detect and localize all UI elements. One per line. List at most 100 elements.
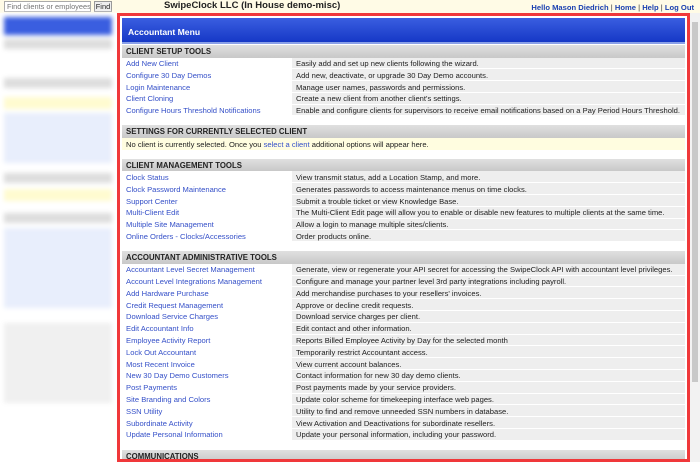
menu-link[interactable]: Configure Hours Threshold Notifications xyxy=(122,104,292,116)
menu-row: Accountant Level Secret Management Genera… xyxy=(122,263,685,276)
help-link[interactable]: Help xyxy=(642,3,658,12)
menu-description: Add merchandise purchases to your resell… xyxy=(292,287,685,299)
hello-user-link[interactable]: Hello Mason Diedrich xyxy=(531,3,608,12)
user-links: Hello Mason Diedrich | Home | Help | Log… xyxy=(531,3,694,12)
menu-link[interactable]: Post Payments xyxy=(122,381,292,393)
menu-row: SSN Utility Utility to find and remove un… xyxy=(122,405,685,418)
accountant-menu-panel: Accountant Menu CLIENT SETUP TOOLS Add Ne… xyxy=(122,18,685,459)
menu-description: View transmit status, add a Location Sta… xyxy=(292,171,685,183)
section-header: CLIENT MANAGEMENT TOOLS xyxy=(122,158,685,172)
menu-row: Add New Client Easily add and set up new … xyxy=(122,57,685,70)
menu-link[interactable]: Most Recent Invoice xyxy=(122,358,292,369)
menu-link[interactable]: Client Cloning xyxy=(122,92,292,104)
home-link[interactable]: Home xyxy=(615,3,636,12)
menu-description: Reports Billed Employee Activity by Day … xyxy=(292,334,685,346)
menu-row: Post Payments Post payments made by your … xyxy=(122,381,685,394)
menu-link[interactable]: Download Service Charges xyxy=(122,310,292,322)
menu-row: Account Level Integrations Management Con… xyxy=(122,275,685,288)
menu-row: Configure 30 Day Demos Add new, deactivat… xyxy=(122,69,685,82)
menu-description: Generate, view or regenerate your API se… xyxy=(292,263,685,275)
menu-link[interactable]: Lock Out Accountant xyxy=(122,346,292,358)
menu-row: Login Maintenance Manage user names, pass… xyxy=(122,81,685,93)
section: CLIENT MANAGEMENT TOOLS Clock Status View … xyxy=(122,150,685,243)
separator: | xyxy=(660,3,663,12)
scrollbar-thumb[interactable] xyxy=(692,22,698,382)
menu-row: Download Service Charges Download service… xyxy=(122,310,685,323)
no-client-note: No client is currently selected. Once yo… xyxy=(122,137,685,150)
menu-row: Support Center Submit a trouble ticket or… xyxy=(122,195,685,207)
separator: | xyxy=(638,3,641,12)
menu-link[interactable]: Support Center xyxy=(122,195,292,206)
menu-description: Configure and manage your partner level … xyxy=(292,275,685,287)
logout-link[interactable]: Log Out xyxy=(665,3,694,12)
menu-link[interactable]: Credit Request Management xyxy=(122,299,292,310)
section: CLIENT SETUP TOOLS Add New Client Easily a… xyxy=(122,45,685,117)
section: SETTINGS FOR CURRENTLY SELECTED CLIENT No… xyxy=(122,116,685,150)
menu-description: View current account balances. xyxy=(292,358,685,369)
menu-link[interactable]: Accountant Level Secret Management xyxy=(122,263,292,275)
menu-row: Configure Hours Threshold Notifications E… xyxy=(122,104,685,117)
menu-link[interactable]: Update Personal Information xyxy=(122,428,292,440)
menu-row: New 30 Day Demo Customers Contact informa… xyxy=(122,369,685,382)
menu-title: Accountant Menu xyxy=(122,18,685,44)
menu-link[interactable]: Configure 30 Day Demos xyxy=(122,69,292,81)
menu-row: Lock Out Accountant Temporarily restrict … xyxy=(122,346,685,359)
menu-row: Edit Accountant Info Edit contact and oth… xyxy=(122,322,685,335)
menu-row: Clock Status View transmit status, add a … xyxy=(122,171,685,184)
menu-link[interactable]: SSN Utility xyxy=(122,405,292,417)
company-title: SwipeClock LLC (In House demo-misc) xyxy=(164,0,341,11)
menu-row: Client Cloning Create a new client from a… xyxy=(122,92,685,105)
menu-description: Temporarily restrict Accountant access. xyxy=(292,346,685,358)
menu-row: Site Branding and Colors Update color sch… xyxy=(122,393,685,406)
section-header: ACCOUNTANT ADMINISTRATIVE TOOLS xyxy=(122,251,685,264)
menu-description: Allow a login to manage multiple sites/c… xyxy=(292,218,685,230)
menu-link[interactable]: Subordinate Activity xyxy=(122,417,292,428)
highlighted-content-frame: Accountant Menu CLIENT SETUP TOOLS Add Ne… xyxy=(117,13,690,462)
menu-link[interactable]: Multi-Client Edit xyxy=(122,206,292,218)
menu-description: Update your personal information, includ… xyxy=(292,428,685,440)
menu-link[interactable]: Online Orders - Clocks/Accessories xyxy=(122,230,292,242)
search-input[interactable] xyxy=(4,1,91,12)
menu-row: Credit Request Management Approve or decl… xyxy=(122,299,685,311)
menu-row: Multiple Site Management Allow a login to… xyxy=(122,218,685,231)
menu-description: Utility to find and remove unneeded SSN … xyxy=(292,405,685,417)
menu-link[interactable]: Multiple Site Management xyxy=(122,218,292,230)
menu-link[interactable]: Edit Accountant Info xyxy=(122,322,292,334)
menu-description: Submit a trouble ticket or view Knowledg… xyxy=(292,195,685,206)
menu-link[interactable]: Clock Password Maintenance xyxy=(122,183,292,195)
menu-description: Easily add and set up new clients follow… xyxy=(292,57,685,69)
menu-description: Post payments made by your service provi… xyxy=(292,381,685,393)
menu-row: Add Hardware Purchase Add merchandise pur… xyxy=(122,287,685,300)
menu-link[interactable]: Employee Activity Report xyxy=(122,334,292,346)
menu-link[interactable]: Login Maintenance xyxy=(122,81,292,92)
separator: | xyxy=(610,3,613,12)
menu-description: Order products online. xyxy=(292,230,685,242)
menu-description: Edit contact and other information. xyxy=(292,322,685,334)
section: COMMUNICATIONSEmail Alert SubscriptionsS… xyxy=(122,441,685,459)
section-header: COMMUNICATIONS xyxy=(122,449,685,459)
menu-description: Download service charges per client. xyxy=(292,310,685,322)
menu-link[interactable]: Account Level Integrations Management xyxy=(122,275,292,287)
menu-link[interactable]: Site Branding and Colors xyxy=(122,393,292,405)
menu-description: Update color scheme for timekeeping inte… xyxy=(292,393,685,405)
blurred-sidebar xyxy=(0,13,116,462)
note-text: additional options will appear here. xyxy=(309,139,429,149)
menu-row: Update Personal Information Update your p… xyxy=(122,428,685,441)
menu-description: Create a new client from another client'… xyxy=(292,92,685,104)
menu-link[interactable]: Add Hardware Purchase xyxy=(122,287,292,299)
select-client-link[interactable]: select a client xyxy=(264,140,310,149)
menu-description: View Activation and Deactivations for su… xyxy=(292,417,685,428)
top-bar: Find SwipeClock LLC (In House demo-misc)… xyxy=(0,0,700,13)
menu-link[interactable]: Clock Status xyxy=(122,171,292,183)
menu-link[interactable]: New 30 Day Demo Customers xyxy=(122,369,292,381)
menu-description: Add new, deactivate, or upgrade 30 Day D… xyxy=(292,69,685,81)
find-button[interactable]: Find xyxy=(94,1,112,12)
menu-description: Enable and configure clients for supervi… xyxy=(292,104,685,116)
menu-description: Approve or decline credit requests. xyxy=(292,299,685,310)
menu-link[interactable]: Add New Client xyxy=(122,57,292,69)
menu-row: Clock Password Maintenance Generates pass… xyxy=(122,183,685,196)
menu-row: Most Recent Invoice View current account … xyxy=(122,358,685,370)
menu-description: Manage user names, passwords and permiss… xyxy=(292,81,685,92)
menu-row: Employee Activity Report Reports Billed E… xyxy=(122,334,685,347)
section-header: CLIENT SETUP TOOLS xyxy=(122,45,685,58)
